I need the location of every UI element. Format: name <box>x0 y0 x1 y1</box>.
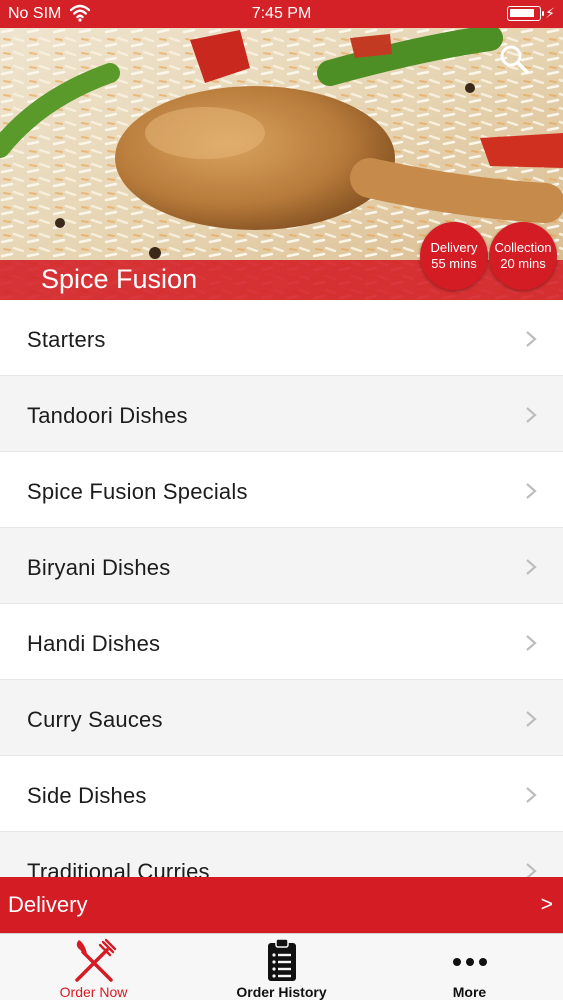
more-dots-icon <box>452 958 487 966</box>
tab-order-history[interactable]: Order History <box>188 934 375 1000</box>
order-mode-label: Delivery <box>8 892 88 917</box>
menu-category-label: Spice Fusion Specials <box>27 479 248 504</box>
menu-category-row[interactable]: Spice Fusion Specials <box>0 452 563 528</box>
menu-category-label: Traditional Curries <box>27 859 210 877</box>
order-mode-bar[interactable]: Delivery > <box>0 877 563 933</box>
delivery-time-badge: Delivery 55 mins <box>420 222 488 290</box>
menu-category-label: Biryani Dishes <box>27 555 171 580</box>
menu-category-row[interactable]: Biryani Dishes <box>0 528 563 604</box>
menu-category-label: Side Dishes <box>27 783 147 808</box>
bottom-tab-bar: Order Now Order History More <box>0 933 563 1000</box>
menu-category-row[interactable]: Handi Dishes <box>0 604 563 680</box>
search-icon[interactable] <box>497 42 531 76</box>
chevron-right-icon <box>526 863 537 877</box>
menu-category-label: Starters <box>27 327 106 352</box>
delivery-badge-time: 55 mins <box>431 256 477 271</box>
restaurant-name: Spice Fusion <box>41 264 198 294</box>
tab-order-history-label: Order History <box>236 984 327 1000</box>
menu-category-list[interactable]: Starters Tandoori Dishes Spice Fusion Sp… <box>0 300 563 877</box>
collection-badge-time: 20 mins <box>500 256 546 271</box>
chevron-right-icon <box>526 331 537 347</box>
charging-icon: ⚡ <box>545 5 555 21</box>
tab-more-label: More <box>452 984 487 1000</box>
tab-more[interactable]: More <box>376 934 563 1000</box>
chevron-right-icon <box>526 711 537 727</box>
menu-category-row[interactable]: Starters <box>0 300 563 376</box>
order-mode-arrow-icon: > <box>540 893 553 916</box>
chevron-right-icon <box>526 483 537 499</box>
tab-order-now-label: Order Now <box>59 984 128 1000</box>
collection-badge-label: Collection <box>494 240 552 255</box>
status-bar: No SIM 7:45 PM ⚡ <box>0 0 563 28</box>
chevron-right-icon <box>526 635 537 651</box>
chevron-right-icon <box>526 559 537 575</box>
clock: 7:45 PM <box>251 5 312 22</box>
menu-category-row[interactable]: Side Dishes <box>0 756 563 832</box>
menu-category-row[interactable]: Tandoori Dishes <box>0 376 563 452</box>
battery-icon <box>507 6 544 21</box>
restaurant-hero: Spice Fusion Delivery 55 mins Collection… <box>0 28 563 300</box>
menu-category-row[interactable]: Curry Sauces <box>0 680 563 756</box>
fork-knife-icon <box>74 938 116 982</box>
menu-category-label: Handi Dishes <box>27 631 161 656</box>
delivery-badge-label: Delivery <box>430 240 478 255</box>
collection-time-badge: Collection 20 mins <box>489 222 557 290</box>
menu-category-row[interactable]: Traditional Curries <box>0 832 563 877</box>
menu-category-label: Curry Sauces <box>27 707 163 732</box>
tab-order-now[interactable]: Order Now <box>0 934 187 1000</box>
chevron-right-icon <box>526 407 537 423</box>
clipboard-list-icon <box>267 938 296 981</box>
chevron-right-icon <box>526 787 537 803</box>
menu-category-label: Tandoori Dishes <box>27 403 188 428</box>
